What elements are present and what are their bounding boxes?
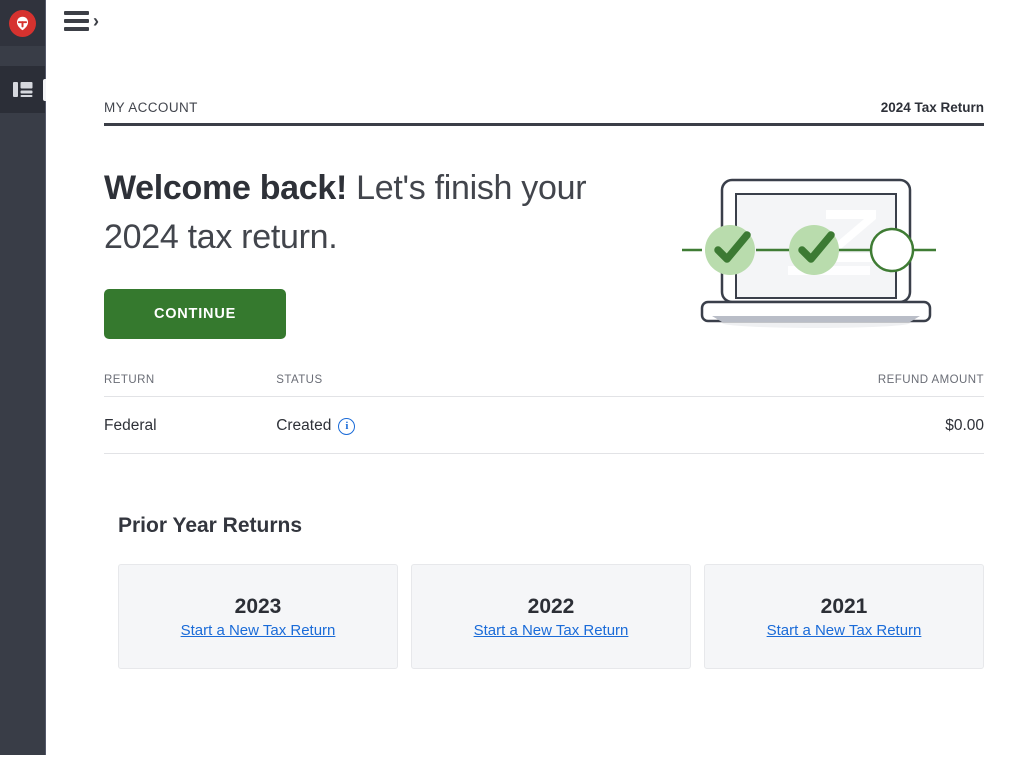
start-new-return-link[interactable]: Start a New Tax Return bbox=[181, 622, 336, 639]
sidebar-item-list bbox=[0, 66, 50, 113]
cell-return-name: Federal bbox=[104, 396, 277, 454]
table-row: Federal Created i $0.00 bbox=[104, 396, 984, 454]
app-root: › MY ACCOUNT 2024 Tax Return Welcome bac… bbox=[0, 0, 1024, 764]
cell-status: Created i bbox=[276, 396, 637, 454]
main-area: › MY ACCOUNT 2024 Tax Return Welcome bac… bbox=[46, 0, 1024, 764]
top-bar: › bbox=[46, 0, 1024, 42]
account-strip: MY ACCOUNT 2024 Tax Return bbox=[104, 100, 984, 123]
continue-button[interactable]: CONTINUE bbox=[104, 288, 286, 339]
returns-table: RETURN STATUS REFUND AMOUNT Federal Crea… bbox=[104, 374, 984, 454]
start-new-return-link[interactable]: Start a New Tax Return bbox=[474, 622, 629, 639]
tax-year-label: 2024 Tax Return bbox=[880, 100, 984, 115]
sidebar-brand[interactable] bbox=[0, 0, 45, 46]
prior-year-card-2021[interactable]: 2021 Start a New Tax Return bbox=[704, 564, 984, 669]
headline-bold: Welcome back! bbox=[104, 169, 348, 207]
status-text: Created bbox=[276, 417, 332, 434]
start-new-return-link[interactable]: Start a New Tax Return bbox=[767, 622, 922, 639]
year-label: 2023 bbox=[234, 594, 282, 618]
table-header-row: RETURN STATUS REFUND AMOUNT bbox=[104, 374, 984, 397]
hero-section: Welcome back! Let's finish your 2024 tax… bbox=[104, 164, 984, 340]
column-header-status: STATUS bbox=[276, 374, 637, 397]
hero-text-block: Welcome back! Let's finish your 2024 tax… bbox=[104, 164, 664, 339]
hamburger-menu-icon[interactable]: › bbox=[64, 11, 99, 31]
cell-refund-amount: $0.00 bbox=[636, 396, 984, 454]
prior-year-title: Prior Year Returns bbox=[118, 514, 303, 537]
left-sidebar bbox=[0, 0, 50, 755]
prior-year-card-list: 2023 Start a New Tax Return 2022 Start a… bbox=[118, 564, 984, 669]
page-title: Welcome back! Let's finish your 2024 tax… bbox=[104, 164, 664, 263]
column-header-return: RETURN bbox=[104, 374, 277, 397]
content-column: MY ACCOUNT 2024 Tax Return Welcome back!… bbox=[46, 100, 1024, 454]
laptop-progress-illustration bbox=[678, 170, 954, 340]
info-circle-icon[interactable]: i bbox=[338, 417, 356, 435]
chevron-right-icon: › bbox=[93, 10, 99, 31]
prior-year-card-2023[interactable]: 2023 Start a New Tax Return bbox=[118, 564, 398, 669]
sidebar-item-dashboard[interactable] bbox=[0, 66, 50, 113]
column-header-refund-amount: REFUND AMOUNT bbox=[636, 374, 984, 397]
dashboard-layout-icon bbox=[12, 81, 32, 97]
year-label: 2022 bbox=[527, 594, 575, 618]
my-account-label: MY ACCOUNT bbox=[104, 100, 198, 115]
status-wrapper: Created i bbox=[276, 417, 636, 435]
prior-year-section: Prior Year Returns 2023 Start a New Tax … bbox=[46, 514, 1024, 669]
header-divider bbox=[104, 123, 984, 126]
hamburger-lines bbox=[64, 11, 89, 31]
year-label: 2021 bbox=[820, 594, 868, 618]
shield-helmet-logo-icon bbox=[9, 9, 36, 37]
prior-year-card-2022[interactable]: 2022 Start a New Tax Return bbox=[411, 564, 691, 669]
